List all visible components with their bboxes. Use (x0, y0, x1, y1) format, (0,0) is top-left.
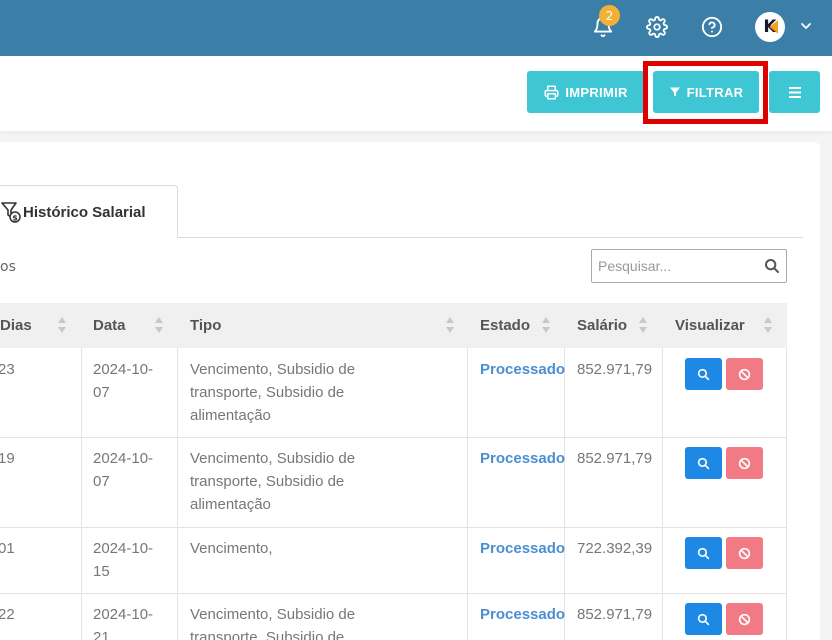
settings-button[interactable] (642, 12, 672, 42)
cell-estado: Processado (480, 450, 566, 467)
cell-tipo: Vencimento, Subsidio de transporte, Subsi… (190, 606, 356, 640)
ban-icon (738, 368, 751, 380)
cell-data: 2024-10- 21 (93, 606, 154, 640)
help-button[interactable] (697, 12, 727, 42)
cell-estado: Processado (480, 606, 566, 623)
menu-button[interactable] (769, 71, 820, 113)
cell-salario: 852.971,79 (577, 450, 653, 467)
cell-tipo: Vencimento, Subsidio de transporte, Subsi… (190, 450, 356, 513)
ban-icon (738, 547, 751, 559)
column-header-visualizar[interactable]: Visualizar (675, 303, 745, 348)
chevron-down-icon (801, 23, 811, 30)
column-header-tipo[interactable]: Tipo (190, 303, 221, 348)
filter-money-icon: $ (1, 202, 21, 223)
cancel-button[interactable] (726, 447, 763, 479)
search-icon (697, 457, 710, 469)
cell-estado: Processado (480, 540, 566, 557)
cell-salario: 722.392,39 (577, 540, 653, 557)
search-icon[interactable] (764, 258, 780, 274)
view-button[interactable] (685, 537, 722, 569)
view-button[interactable] (685, 447, 722, 479)
sort-icon[interactable] (542, 316, 550, 334)
tab-historico-salarial[interactable]: $ Histórico Salarial (0, 185, 178, 238)
sort-icon[interactable] (639, 316, 647, 334)
search-icon (697, 368, 710, 380)
cell-dias: 19 (0, 450, 15, 467)
sort-icon[interactable] (155, 316, 163, 334)
user-menu-toggle[interactable] (796, 16, 816, 36)
search-icon (697, 547, 710, 559)
print-button[interactable]: IMPRIMIR (527, 71, 645, 113)
cell-data: 2024-10- 07 (93, 361, 154, 401)
view-button[interactable] (685, 603, 722, 635)
svg-text:$: $ (12, 214, 18, 223)
tab-divider (178, 237, 803, 238)
column-divider (81, 348, 82, 640)
printer-icon (544, 85, 559, 99)
view-button[interactable] (685, 358, 722, 390)
print-button-label: IMPRIMIR (565, 84, 628, 100)
sort-icon[interactable] (58, 316, 66, 334)
filter-button-label: FILTRAR (686, 84, 744, 100)
cancel-button[interactable] (726, 358, 763, 390)
column-divider (564, 348, 565, 640)
column-header-estado[interactable]: Estado (480, 303, 530, 348)
avatar-logo: K (763, 17, 777, 37)
column-divider (786, 348, 787, 640)
column-header-dias[interactable]: Dias (0, 303, 32, 348)
column-header-salario[interactable]: Salário (577, 303, 627, 348)
search-box[interactable] (591, 249, 787, 283)
sort-icon[interactable] (446, 316, 454, 334)
cell-data: 2024-10- 15 (93, 540, 154, 580)
column-header-data[interactable]: Data (93, 303, 126, 348)
filter-icon (669, 87, 680, 97)
user-avatar[interactable]: K (755, 12, 785, 42)
row-divider (0, 593, 787, 594)
filter-button[interactable]: FILTRAR (653, 71, 759, 113)
search-input[interactable] (598, 258, 764, 274)
column-divider (177, 348, 178, 640)
entries-info-text: os (0, 259, 16, 275)
cell-estado: Processado (480, 361, 566, 378)
cancel-button[interactable] (726, 603, 763, 635)
tab-label: Histórico Salarial (23, 203, 146, 221)
column-divider (662, 348, 663, 640)
row-divider (0, 437, 787, 438)
cell-tipo: Vencimento, (190, 540, 273, 557)
hamburger-icon (788, 86, 801, 98)
help-icon (701, 16, 723, 38)
cell-dias: 23 (0, 361, 15, 378)
cell-tipo: Vencimento, Subsidio de transporte, Subsi… (190, 361, 356, 424)
cell-dias: 01 (0, 540, 15, 557)
ban-icon (738, 457, 751, 469)
cell-dias: 22 (0, 606, 15, 623)
ban-icon (738, 613, 751, 625)
cancel-button[interactable] (726, 537, 763, 569)
cell-data: 2024-10- 07 (93, 450, 154, 490)
search-icon (697, 613, 710, 625)
notification-count-badge: 2 (599, 5, 620, 26)
cell-salario: 852.971,79 (577, 606, 653, 623)
row-divider (0, 527, 787, 528)
gear-icon (646, 16, 668, 38)
column-divider (467, 348, 468, 640)
sort-icon[interactable] (764, 316, 772, 334)
cell-salario: 852.971,79 (577, 361, 653, 378)
